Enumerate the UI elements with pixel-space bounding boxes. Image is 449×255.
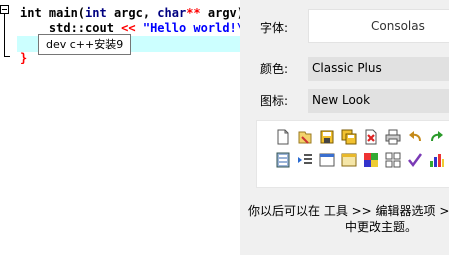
fold-guide-line [4,14,5,56]
theme-settings-panel: 字体: Consolas 颜色: Classic Plus 图标: New Lo… [240,0,449,255]
save-icon [320,130,334,144]
window-icon [319,153,335,167]
code-editor[interactable]: int main(int argc, char** argv) std::cou… [0,0,240,255]
theme-hint-text: 你以后可以在 工具 >> 编辑器选项 > 中更改主题。 [248,203,449,235]
code-token: ** [186,6,201,20]
icon-theme-value: New Look [312,93,371,107]
open-file-icon [298,131,312,144]
code-token: argv) [200,6,240,20]
close-file-icon [365,129,377,145]
chart-icon [430,154,444,167]
project-icon [276,152,290,168]
tooltip: dev c++安装9 [38,34,132,55]
code-line-1[interactable]: int main(int argc, char** argv) [20,5,240,21]
code-token: << [121,21,136,35]
color-theme-value: Classic Plus [312,61,382,75]
icon-label: 图标: [260,94,289,108]
color-grid-icon [364,153,378,167]
font-value: Consolas [371,19,425,33]
icon-theme-select[interactable]: New Look [308,89,449,113]
indent-icon [298,154,312,164]
hint-line-1: 你以后可以在 工具 >> 编辑器选项 > [248,204,449,218]
code-token: int main( [20,6,86,20]
undo-icon [409,131,421,142]
color-theme-select[interactable]: Classic Plus [308,57,449,81]
code-token: argc, [106,6,158,20]
code-token: std::cout [20,21,122,35]
fold-guide-end [4,56,10,57]
redo-icon [431,131,443,142]
code-token: "Hello world!\ [142,21,240,35]
grid-icon [385,152,401,168]
editor-gutter [0,0,17,255]
new-file-icon [277,129,289,145]
check-icon [408,153,423,168]
class-icon [341,153,357,167]
font-label: 字体: [260,21,289,35]
fold-collapse-icon[interactable] [0,5,9,14]
icon-preview-grid [256,120,449,188]
code-token: char [157,6,187,20]
hint-line-2: 中更改主题。 [345,220,418,234]
save-all-icon [341,129,357,145]
code-token: int [85,6,107,20]
code-line-closing-brace[interactable]: } [20,50,27,66]
font-field[interactable]: Consolas [308,9,449,43]
color-label: 颜色: [260,62,289,76]
print-icon [385,129,401,145]
